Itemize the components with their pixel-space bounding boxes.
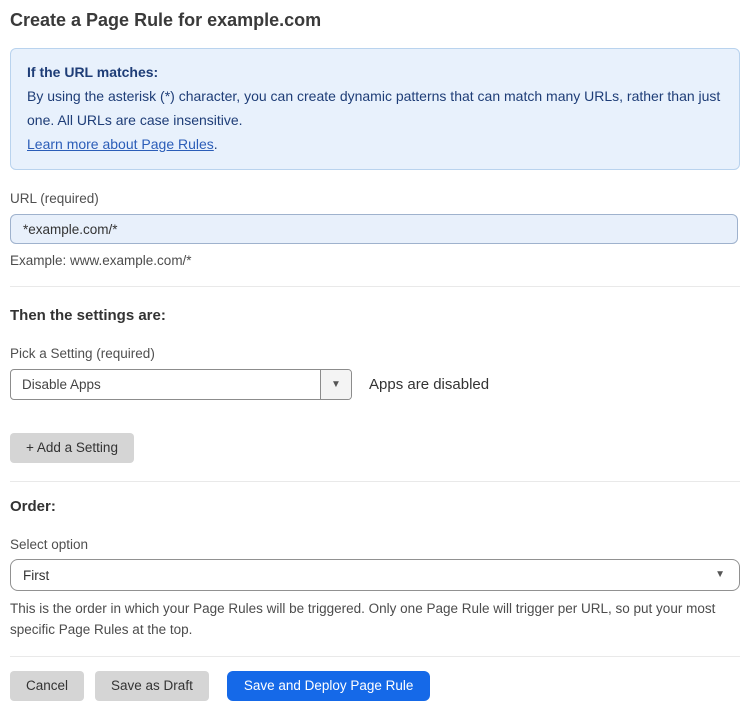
url-input[interactable] [10, 214, 738, 244]
setting-select[interactable]: Disable Apps ▼ [10, 369, 352, 400]
pick-setting-label: Pick a Setting (required) [10, 346, 155, 361]
add-setting-button[interactable]: + Add a Setting [10, 433, 134, 463]
page-title: Create a Page Rule for example.com [10, 10, 322, 30]
order-select-label: Select option [10, 537, 89, 552]
cancel-button[interactable]: Cancel [10, 671, 85, 701]
save-as-draft-button[interactable]: Save as Draft [95, 671, 209, 701]
info-box-heading: If the URL matches: [27, 64, 159, 80]
divider [10, 481, 740, 482]
save-and-deploy-button[interactable]: Save and Deploy Page Rule [226, 671, 431, 701]
divider [10, 286, 740, 287]
order-select-value: First [23, 567, 50, 583]
url-match-info-box: If the URL matches: By using the asteris… [10, 48, 740, 170]
settings-section-heading: Then the settings are: [10, 307, 166, 324]
setting-select-value: Disable Apps [22, 377, 101, 392]
caret-down-icon: ▼ [715, 569, 725, 580]
setting-status-text: Apps are disabled [369, 376, 490, 393]
order-section-heading: Order: [10, 498, 56, 515]
caret-down-icon: ▼ [331, 378, 341, 390]
learn-more-link[interactable]: Learn more about Page Rules [27, 136, 214, 152]
info-box-body: By using the asterisk (*) character, you… [27, 88, 721, 128]
url-field-label: URL (required) [10, 191, 99, 206]
info-box-link-line: Learn more about Page Rules. [27, 132, 723, 156]
footer-actions: Cancel Save as Draft Save and Deploy Pag… [10, 671, 740, 701]
order-help-text: This is the order in which your Page Rul… [10, 601, 716, 637]
url-example-text: Example: www.example.com/* [10, 253, 192, 268]
setting-select-arrow-button[interactable]: ▼ [320, 370, 351, 399]
link-suffix: . [213, 136, 218, 152]
divider [10, 656, 740, 657]
setting-row: Disable Apps ▼ Apps are disabled [10, 369, 740, 400]
order-select[interactable]: First ▼ [10, 559, 740, 591]
